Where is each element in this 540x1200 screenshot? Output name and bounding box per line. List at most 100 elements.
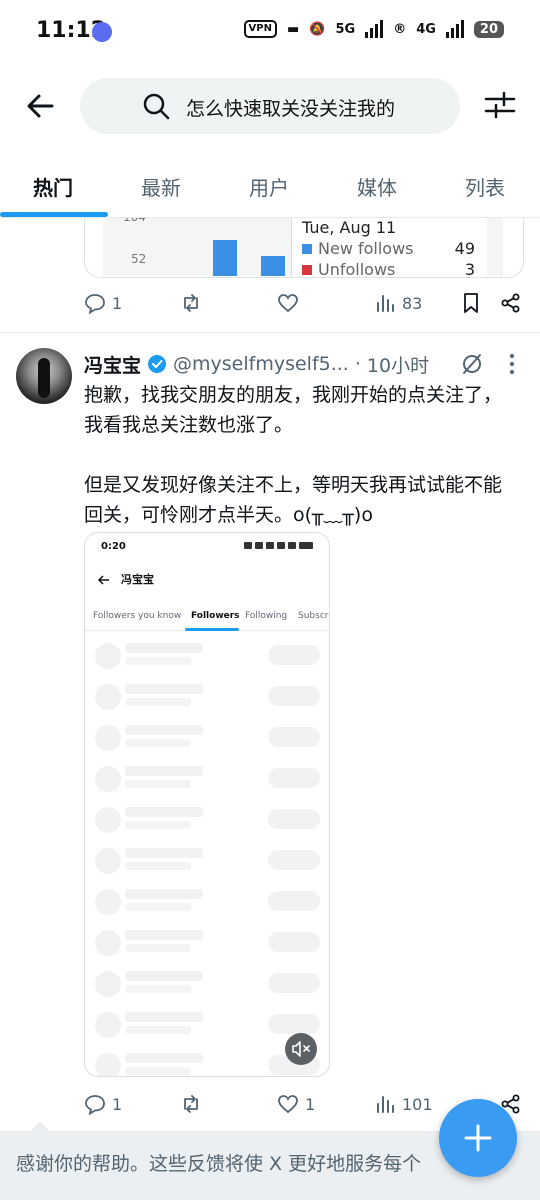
media-tab-subscriptions: Subscr bbox=[298, 611, 329, 621]
like-button[interactable] bbox=[277, 292, 305, 314]
legend-swatch-blue bbox=[302, 243, 312, 254]
media-tab-indicator bbox=[185, 628, 239, 631]
filter-sliders-icon[interactable] bbox=[484, 90, 516, 120]
reply-button[interactable]: 1 bbox=[84, 292, 122, 314]
views-chart-icon bbox=[377, 1096, 394, 1113]
retweet-icon bbox=[184, 1095, 198, 1113]
media-status-icons bbox=[244, 542, 313, 549]
app-bolt-icon bbox=[92, 22, 112, 42]
bookmark-icon bbox=[464, 293, 478, 313]
avatar[interactable] bbox=[16, 348, 72, 404]
reply-button[interactable]: 1 bbox=[84, 1093, 122, 1115]
chart-tick-mid: 52 bbox=[131, 252, 147, 266]
back-arrow-icon[interactable] bbox=[22, 88, 58, 124]
media-tab-followers: Followers bbox=[191, 611, 240, 621]
tweet-header: 冯宝宝 @myselfmyself5... · 10小时 bbox=[84, 350, 429, 378]
status-bar: 11:12 VPN ▬ 🔕 5G ® 4G 20 bbox=[0, 0, 540, 62]
skeleton-row bbox=[85, 842, 329, 882]
media-back-arrow-icon bbox=[97, 575, 109, 585]
retweet-icon bbox=[184, 294, 198, 312]
tweet-divider bbox=[0, 332, 540, 333]
compose-post-button[interactable] bbox=[439, 1099, 517, 1177]
search-query: 怎么快速取关没关注我的 bbox=[186, 98, 396, 120]
unfollows-value: 3 bbox=[464, 260, 475, 278]
tweet-text: 抱歉，找我交朋友的朋友，我刚开始的点关注了，我看我总关注数也涨了。 但是又发现好… bbox=[84, 384, 503, 526]
reply-icon bbox=[85, 294, 105, 314]
tab-hot[interactable]: 热门 bbox=[33, 172, 73, 201]
share-button[interactable] bbox=[500, 292, 522, 314]
author-name[interactable]: 冯宝宝 bbox=[84, 351, 141, 378]
separator-dot: · bbox=[354, 353, 361, 375]
search-tabs: 热门 最新 用户 媒体 列表 bbox=[0, 156, 540, 218]
tooltip-unfollows: Unfollows 3 bbox=[302, 260, 487, 278]
network-4g-label: 4G bbox=[416, 21, 436, 37]
search-icon bbox=[143, 93, 170, 120]
signal-icon bbox=[365, 20, 384, 38]
chart-bar bbox=[261, 256, 285, 276]
skeleton-row bbox=[85, 678, 329, 718]
chart-tooltip: Tue, Aug 11 New follows 49 Unfollows 3 bbox=[291, 218, 487, 278]
tooltip-date: Tue, Aug 11 bbox=[302, 218, 397, 237]
author-handle[interactable]: @myselfmyself5... bbox=[173, 353, 349, 375]
prev-tweet-actions: 1 83 bbox=[84, 292, 524, 322]
verified-badge-icon bbox=[148, 355, 167, 373]
retweet-button[interactable] bbox=[180, 292, 208, 314]
like-button[interactable]: 1 bbox=[277, 1093, 315, 1115]
skeleton-row bbox=[85, 637, 329, 677]
network-5g-label: 5G bbox=[335, 21, 356, 37]
new-follows-value: 49 bbox=[454, 239, 475, 258]
media-status-time: 0:20 bbox=[101, 541, 126, 552]
views-button[interactable]: 83 bbox=[374, 292, 422, 314]
reply-icon bbox=[85, 1095, 105, 1115]
legend-swatch-red bbox=[302, 264, 312, 275]
skeleton-row bbox=[85, 883, 329, 923]
retweet-button[interactable] bbox=[180, 1093, 208, 1115]
tab-users[interactable]: 用户 bbox=[249, 172, 289, 201]
active-tab-indicator bbox=[0, 212, 108, 217]
mute-bell-icon: 🔕 bbox=[309, 21, 326, 37]
toast-text: 感谢你的帮助。这些反馈将使 X 更好地服务每个 bbox=[16, 1153, 422, 1175]
media-tab-following: Following bbox=[245, 611, 288, 621]
bookmark-button[interactable] bbox=[460, 292, 482, 314]
heart-icon bbox=[278, 1095, 298, 1114]
tab-media[interactable]: 媒体 bbox=[357, 172, 397, 201]
muted-speaker-icon bbox=[292, 1041, 310, 1057]
media-tabs: Followers you know Followers Following S… bbox=[85, 607, 329, 631]
reply-count: 1 bbox=[112, 293, 123, 313]
signal-icon-2 bbox=[445, 20, 464, 38]
skeleton-row bbox=[85, 965, 329, 1005]
mute-button[interactable] bbox=[285, 1033, 317, 1065]
search-input[interactable]: 怎么快速取关没关注我的 bbox=[80, 78, 460, 134]
avatar-figure bbox=[38, 358, 50, 398]
views-count: 101 bbox=[402, 1094, 433, 1114]
chart-tick-top: 104 bbox=[123, 218, 146, 224]
skeleton-row bbox=[85, 760, 329, 800]
battery-indicator: 20 bbox=[473, 20, 504, 38]
r-icon: ® bbox=[393, 21, 407, 37]
media-tab-followers-you-know: Followers you know bbox=[93, 611, 182, 621]
tab-lists[interactable]: 列表 bbox=[465, 172, 505, 201]
grok-icon[interactable] bbox=[460, 352, 484, 376]
status-icons: VPN ▬ 🔕 5G ® 4G 20 bbox=[243, 20, 504, 38]
more-options-icon[interactable] bbox=[502, 352, 522, 376]
reply-count: 1 bbox=[112, 1094, 123, 1114]
views-button[interactable]: 101 bbox=[374, 1093, 433, 1115]
skeleton-row bbox=[85, 924, 329, 964]
skeleton-row bbox=[85, 719, 329, 759]
tab-latest[interactable]: 最新 bbox=[141, 172, 181, 201]
tweet-timestamp[interactable]: 10小时 bbox=[367, 351, 429, 378]
bed-icon: ▬ bbox=[286, 21, 300, 37]
plus-icon bbox=[464, 1124, 492, 1152]
share-icon bbox=[501, 293, 520, 313]
tweet-media-video[interactable]: 0:20 冯宝宝 Followers you know Followers Fo… bbox=[84, 532, 330, 1077]
unfollows-label: Unfollows bbox=[318, 260, 396, 278]
tooltip-new-follows: New follows 49 bbox=[302, 239, 487, 258]
views-chart-icon bbox=[377, 295, 394, 312]
chart-bar bbox=[213, 240, 237, 276]
skeleton-row bbox=[85, 801, 329, 841]
new-follows-label: New follows bbox=[318, 239, 414, 258]
prev-tweet-media[interactable]: 104 52 Tue, Aug 11 New follows 49 Unfoll… bbox=[84, 218, 524, 278]
vpn-badge: VPN bbox=[243, 20, 277, 38]
like-count: 1 bbox=[305, 1094, 316, 1114]
views-count: 83 bbox=[402, 293, 423, 313]
